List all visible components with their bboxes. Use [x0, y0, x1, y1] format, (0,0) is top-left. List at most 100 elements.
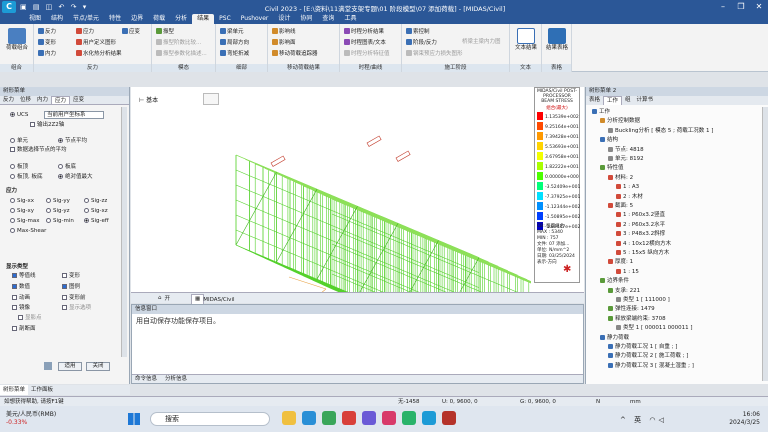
stress-sig-eff[interactable]: Sig-eff: [84, 217, 109, 225]
app-icon-wps[interactable]: [382, 411, 396, 425]
restore-icon[interactable]: ❐: [734, 1, 748, 13]
strain-button[interactable]: 应变: [122, 28, 140, 36]
stage-reaction-button[interactable]: 阶段/反力: [406, 39, 437, 47]
menu-tools[interactable]: 工具: [339, 14, 361, 24]
display-points[interactable]: 显影点: [18, 314, 42, 322]
stress-sig-max[interactable]: Sig-max: [10, 217, 39, 225]
smooth-absmax[interactable]: 绝对值最大: [58, 173, 93, 181]
tab-work-panel[interactable]: 工作面板: [28, 385, 56, 395]
load-combination-button[interactable]: 荷载组合: [2, 26, 32, 52]
stress-max-shear[interactable]: Max-Shear: [10, 227, 46, 235]
menu-psc[interactable]: PSC: [214, 14, 236, 24]
tree-node[interactable]: 5 : 15x5 纵向方木: [616, 250, 669, 257]
tab-report[interactable]: 计算书: [634, 96, 657, 105]
tab-midas-civil[interactable]: ▦ MIDAS/Civil: [191, 294, 235, 304]
tree-node[interactable]: 结构: [600, 137, 618, 144]
display-mirror[interactable]: 镜像: [12, 304, 30, 312]
tab-group[interactable]: 组: [622, 96, 634, 105]
minimize-icon[interactable]: –: [716, 1, 730, 13]
tree-node[interactable]: 特性值: [600, 165, 624, 172]
tab-tree-menu[interactable]: 树形菜单: [0, 385, 29, 395]
menu-node-element[interactable]: 节点/单元: [68, 14, 104, 24]
chart-icon[interactable]: [44, 362, 52, 370]
text-results-button[interactable]: 文本结果: [512, 26, 540, 52]
display-animation[interactable]: 动画: [12, 294, 30, 302]
display-section-cut[interactable]: 剖断面: [12, 325, 36, 333]
display-contour[interactable]: 等值线: [12, 272, 36, 280]
tab-strain[interactable]: 应变: [70, 96, 87, 104]
result-table-button[interactable]: 结果表格: [544, 26, 570, 52]
display-legend[interactable]: 图例: [62, 283, 80, 291]
left-scrollbar[interactable]: [121, 107, 127, 357]
tree-node[interactable]: Buckling分析 [ 模态 5 ; 荷载工况数 1 ]: [608, 127, 713, 135]
mode-compare-button[interactable]: 振型阶数比较...: [156, 39, 201, 47]
smooth-top[interactable]: 板顶: [10, 163, 28, 171]
tree-node[interactable]: 4 : 10x12横向方木: [616, 240, 671, 248]
beam-element-button[interactable]: 梁单元: [220, 28, 244, 36]
avg-selected[interactable]: 数据选择节点的平均: [10, 146, 67, 154]
model-viewport[interactable]: ⊢ 基本 MIDAS/Civil POST-PROCESSOR BEAM STR…: [131, 87, 584, 303]
tab-displacement[interactable]: 位移: [17, 96, 34, 104]
app-icon-civil[interactable]: [422, 411, 436, 425]
stress-sig-xx[interactable]: Sig-xx: [10, 197, 34, 205]
clock[interactable]: 16:06 2024/3/25: [729, 411, 760, 427]
stock-widget[interactable]: 美元/人民币(RMB) -0.33%: [6, 411, 56, 427]
tab-table[interactable]: 表格: [586, 96, 603, 105]
moving-load-tracer-button[interactable]: 移动荷载追踪器: [272, 50, 318, 58]
menu-load[interactable]: 荷载: [148, 14, 170, 24]
heat-results-button[interactable]: 水化热分析结果: [76, 50, 122, 58]
menu-structure[interactable]: 结构: [46, 14, 68, 24]
tree-node[interactable]: 3 : P48x3.2斜撑: [616, 231, 665, 238]
tree-node[interactable]: 分析控制数据: [600, 118, 640, 125]
app-icon-chat[interactable]: [402, 411, 416, 425]
tab-reaction[interactable]: 反力: [0, 96, 17, 104]
cable-control-button[interactable]: 索控制: [406, 28, 430, 36]
avg-node[interactable]: 节点平均: [58, 137, 87, 145]
time-history-graph-button[interactable]: 时程图表/文本: [344, 39, 386, 47]
app-icon-store[interactable]: [362, 411, 376, 425]
close-icon[interactable]: ✕: [752, 1, 766, 13]
tree-node[interactable]: 释放梁端约束: 3708: [608, 315, 666, 323]
tendon-loss-button[interactable]: 钢束预应力损失图形: [406, 50, 463, 58]
tree-node[interactable]: 静力荷载工况 2 [ 施工荷载 ; ]: [608, 353, 688, 360]
menu-design[interactable]: 设计: [273, 14, 295, 24]
time-history-results-button[interactable]: 时程分析结果: [344, 28, 384, 36]
tree-node[interactable]: 截面: 5: [608, 203, 633, 210]
tree-node[interactable]: 类型 1 [ 000011 000011 ]: [616, 325, 693, 332]
tree-node[interactable]: 厚度: 1: [608, 259, 633, 266]
moment-reduction-button[interactable]: 弯矩折减: [220, 50, 249, 58]
app-logo[interactable]: C: [2, 1, 16, 13]
display-values[interactable]: 数值: [12, 283, 30, 291]
tab-work[interactable]: 工作: [603, 96, 623, 105]
tree-node[interactable]: 类型 1 [ 111000 ]: [616, 297, 670, 304]
menu-view[interactable]: 视图: [24, 14, 46, 24]
coord-output-option[interactable]: 输出2Z2轴: [30, 121, 64, 129]
stress-sig-xy[interactable]: Sig-xy: [10, 207, 34, 215]
menu-analysis[interactable]: 分析: [170, 14, 192, 24]
menu-boundary[interactable]: 边界: [126, 14, 148, 24]
coord-ucs[interactable]: UCS: [10, 111, 28, 119]
app-icon-red[interactable]: [342, 411, 356, 425]
tree-node[interactable]: 2 : P60x3.2水平: [616, 221, 665, 229]
app-icon-files[interactable]: [282, 411, 296, 425]
windows-start-icon[interactable]: [128, 413, 140, 425]
coord-select[interactable]: 当前用户坐标系: [44, 111, 104, 119]
menu-query[interactable]: 查询: [317, 14, 339, 24]
menu-properties[interactable]: 特性: [104, 14, 126, 24]
smooth-both[interactable]: 板顶, 板底: [10, 173, 43, 181]
tab-stress[interactable]: 应力: [51, 96, 71, 104]
apply-button[interactable]: 适用: [58, 362, 82, 371]
tree-node[interactable]: 弹性连接: 1479: [608, 306, 655, 313]
display-deform[interactable]: 变形: [62, 272, 80, 280]
tree-node[interactable]: 静力荷载: [600, 334, 629, 342]
deformation-button[interactable]: 变形: [38, 39, 56, 47]
stress-sig-yy[interactable]: Sig-yy: [46, 197, 70, 205]
display-options[interactable]: 显示选项: [62, 304, 91, 312]
status-unit-length[interactable]: mm: [630, 398, 641, 406]
tree-node[interactable]: 2 : 木材: [616, 193, 643, 201]
app-icon-cad[interactable]: [442, 411, 456, 425]
tree-node[interactable]: 1 : 15: [616, 268, 639, 276]
influence-line-button[interactable]: 影响线: [272, 28, 296, 36]
tree-node[interactable]: 1 : A3: [616, 184, 639, 191]
tree-node[interactable]: 支承: 221: [608, 287, 640, 295]
